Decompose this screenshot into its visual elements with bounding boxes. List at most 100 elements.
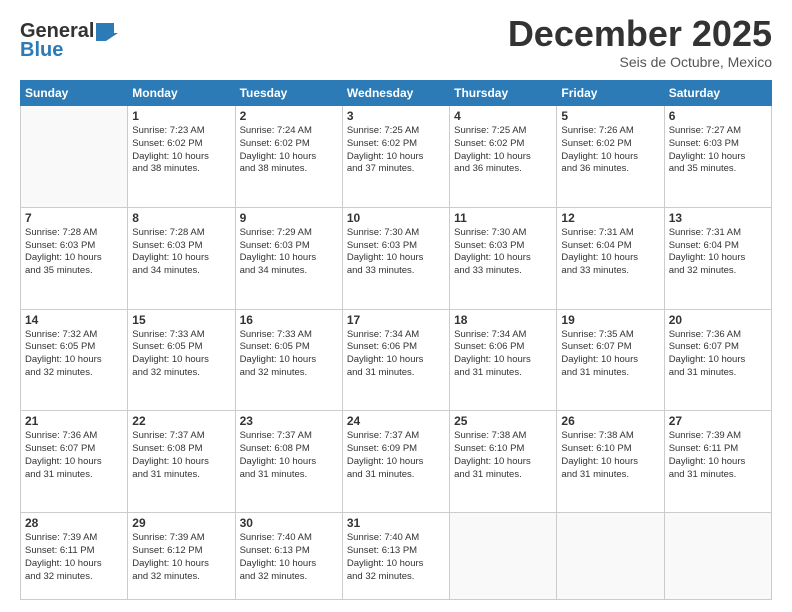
day-number: 22 — [132, 414, 230, 428]
day-number: 28 — [25, 516, 123, 530]
table-row: 22 Sunrise: 7:37 AMSunset: 6:08 PMDayligh… — [128, 411, 235, 513]
day-info: Sunrise: 7:37 AMSunset: 6:09 PMDaylight:… — [347, 430, 445, 481]
table-row: 20 Sunrise: 7:36 AMSunset: 6:07 PMDayligh… — [664, 309, 771, 411]
day-info: Sunrise: 7:40 AMSunset: 6:13 PMDaylight:… — [347, 532, 445, 583]
day-info: Sunrise: 7:25 AMSunset: 6:02 PMDaylight:… — [454, 125, 552, 176]
month-year: December 2025 — [508, 16, 772, 52]
day-info: Sunrise: 7:38 AMSunset: 6:10 PMDaylight:… — [561, 430, 659, 481]
table-row: 7Sunrise: 7:28 AMSunset: 6:03 PMDaylight… — [21, 207, 128, 309]
day-number: 30 — [240, 516, 338, 530]
day-number: 19 — [561, 313, 659, 327]
table-row: 11 Sunrise: 7:30 AMSunset: 6:03 PMDayligh… — [450, 207, 557, 309]
day-number: 7 — [25, 211, 123, 225]
table-row: 17 Sunrise: 7:34 AMSunset: 6:06 PMDayligh… — [342, 309, 449, 411]
day-number: 17 — [347, 313, 445, 327]
day-number: 6 — [669, 109, 767, 123]
table-row — [664, 513, 771, 600]
location: Seis de Octubre, Mexico — [508, 54, 772, 70]
day-info: Sunrise: 7:32 AMSunset: 6:05 PMDaylight:… — [25, 329, 123, 380]
day-number: 27 — [669, 414, 767, 428]
day-info: Sunrise: 7:24 AMSunset: 6:02 PMDaylight:… — [240, 125, 338, 176]
day-info: Sunrise: 7:36 AMSunset: 6:07 PMDaylight:… — [25, 430, 123, 481]
table-row: 4 Sunrise: 7:25 AMSunset: 6:02 PMDaylight… — [450, 106, 557, 208]
title-block: December 2025 Seis de Octubre, Mexico — [508, 16, 772, 70]
table-row: 27Sunrise: 7:39 AMSunset: 6:11 PMDayligh… — [664, 411, 771, 513]
table-row: 26 Sunrise: 7:38 AMSunset: 6:10 PMDayligh… — [557, 411, 664, 513]
day-number: 9 — [240, 211, 338, 225]
day-info: Sunrise: 7:38 AMSunset: 6:10 PMDaylight:… — [454, 430, 552, 481]
col-thursday: Thursday — [450, 81, 557, 106]
day-info: Sunrise: 7:25 AMSunset: 6:02 PMDaylight:… — [347, 125, 445, 176]
col-monday: Monday — [128, 81, 235, 106]
day-info: Sunrise: 7:36 AMSunset: 6:07 PMDaylight:… — [669, 329, 767, 380]
day-number: 12 — [561, 211, 659, 225]
day-number: 26 — [561, 414, 659, 428]
calendar-header-row: Sunday Monday Tuesday Wednesday Thursday… — [21, 81, 772, 106]
day-info: Sunrise: 7:35 AMSunset: 6:07 PMDaylight:… — [561, 329, 659, 380]
day-number: 16 — [240, 313, 338, 327]
table-row: 10 Sunrise: 7:30 AMSunset: 6:03 PMDayligh… — [342, 207, 449, 309]
logo-blue: Blue — [20, 39, 63, 62]
day-number: 10 — [347, 211, 445, 225]
table-row: 30 Sunrise: 7:40 AMSunset: 6:13 PMDayligh… — [235, 513, 342, 600]
day-info: Sunrise: 7:28 AMSunset: 6:03 PMDaylight:… — [132, 227, 230, 278]
day-info: Sunrise: 7:34 AMSunset: 6:06 PMDaylight:… — [454, 329, 552, 380]
day-info: Sunrise: 7:29 AMSunset: 6:03 PMDaylight:… — [240, 227, 338, 278]
day-info: Sunrise: 7:23 AMSunset: 6:02 PMDaylight:… — [132, 125, 230, 176]
table-row: 29 Sunrise: 7:39 AMSunset: 6:12 PMDayligh… — [128, 513, 235, 600]
day-number: 14 — [25, 313, 123, 327]
day-number: 2 — [240, 109, 338, 123]
day-info: Sunrise: 7:31 AMSunset: 6:04 PMDaylight:… — [561, 227, 659, 278]
day-number: 5 — [561, 109, 659, 123]
table-row: 21Sunrise: 7:36 AMSunset: 6:07 PMDayligh… — [21, 411, 128, 513]
day-info: Sunrise: 7:40 AMSunset: 6:13 PMDaylight:… — [240, 532, 338, 583]
table-row: 16 Sunrise: 7:33 AMSunset: 6:05 PMDayligh… — [235, 309, 342, 411]
day-number: 3 — [347, 109, 445, 123]
table-row — [450, 513, 557, 600]
day-number: 11 — [454, 211, 552, 225]
table-row: 14 Sunrise: 7:32 AMSunset: 6:05 PMDayligh… — [21, 309, 128, 411]
header: General Blue December 2025 Seis de Octub… — [20, 16, 772, 70]
day-info: Sunrise: 7:30 AMSunset: 6:03 PMDaylight:… — [454, 227, 552, 278]
day-info: Sunrise: 7:39 AMSunset: 6:11 PMDaylight:… — [25, 532, 123, 583]
day-number: 4 — [454, 109, 552, 123]
col-friday: Friday — [557, 81, 664, 106]
day-number: 24 — [347, 414, 445, 428]
logo-icon — [96, 23, 118, 41]
day-number: 18 — [454, 313, 552, 327]
day-number: 13 — [669, 211, 767, 225]
day-info: Sunrise: 7:33 AMSunset: 6:05 PMDaylight:… — [132, 329, 230, 380]
day-number: 29 — [132, 516, 230, 530]
day-info: Sunrise: 7:31 AMSunset: 6:04 PMDaylight:… — [669, 227, 767, 278]
table-row — [21, 106, 128, 208]
table-row: 18 Sunrise: 7:34 AMSunset: 6:06 PMDayligh… — [450, 309, 557, 411]
day-info: Sunrise: 7:30 AMSunset: 6:03 PMDaylight:… — [347, 227, 445, 278]
table-row: 15 Sunrise: 7:33 AMSunset: 6:05 PMDayligh… — [128, 309, 235, 411]
table-row: 13 Sunrise: 7:31 AMSunset: 6:04 PMDayligh… — [664, 207, 771, 309]
day-info: Sunrise: 7:37 AMSunset: 6:08 PMDaylight:… — [132, 430, 230, 481]
col-tuesday: Tuesday — [235, 81, 342, 106]
day-info: Sunrise: 7:37 AMSunset: 6:08 PMDaylight:… — [240, 430, 338, 481]
day-info: Sunrise: 7:27 AMSunset: 6:03 PMDaylight:… — [669, 125, 767, 176]
table-row: 1Sunrise: 7:23 AMSunset: 6:02 PMDaylight… — [128, 106, 235, 208]
day-info: Sunrise: 7:26 AMSunset: 6:02 PMDaylight:… — [561, 125, 659, 176]
col-wednesday: Wednesday — [342, 81, 449, 106]
col-sunday: Sunday — [21, 81, 128, 106]
table-row: 5 Sunrise: 7:26 AMSunset: 6:02 PMDaylight… — [557, 106, 664, 208]
day-number: 23 — [240, 414, 338, 428]
table-row: 19 Sunrise: 7:35 AMSunset: 6:07 PMDayligh… — [557, 309, 664, 411]
table-row: 6 Sunrise: 7:27 AMSunset: 6:03 PMDaylight… — [664, 106, 771, 208]
table-row: 12 Sunrise: 7:31 AMSunset: 6:04 PMDayligh… — [557, 207, 664, 309]
day-info: Sunrise: 7:39 AMSunset: 6:12 PMDaylight:… — [132, 532, 230, 583]
calendar-table: Sunday Monday Tuesday Wednesday Thursday… — [20, 80, 772, 600]
day-info: Sunrise: 7:33 AMSunset: 6:05 PMDaylight:… — [240, 329, 338, 380]
day-number: 20 — [669, 313, 767, 327]
day-number: 25 — [454, 414, 552, 428]
day-info: Sunrise: 7:34 AMSunset: 6:06 PMDaylight:… — [347, 329, 445, 380]
table-row: 8Sunrise: 7:28 AMSunset: 6:03 PMDaylight… — [128, 207, 235, 309]
page: General Blue December 2025 Seis de Octub… — [0, 0, 792, 612]
table-row — [557, 513, 664, 600]
day-number: 15 — [132, 313, 230, 327]
day-number: 31 — [347, 516, 445, 530]
table-row: 28 Sunrise: 7:39 AMSunset: 6:11 PMDayligh… — [21, 513, 128, 600]
